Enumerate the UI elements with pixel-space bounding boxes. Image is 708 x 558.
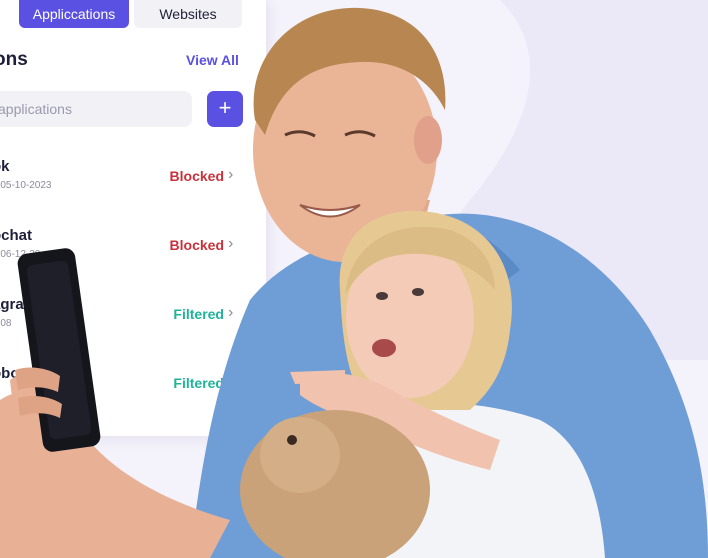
family-photo bbox=[0, 7, 708, 558]
